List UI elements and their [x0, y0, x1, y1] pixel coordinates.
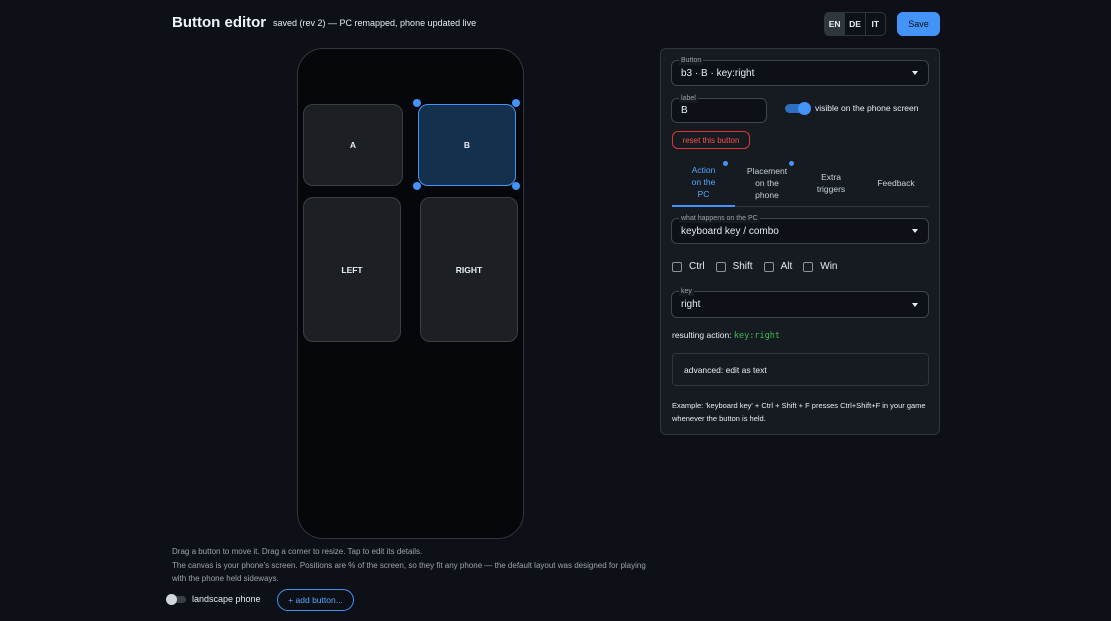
resulting-action-code: key:right: [733, 331, 780, 341]
key-select[interactable]: key right: [671, 287, 929, 318]
visible-switch[interactable]: [785, 101, 811, 115]
tab-feedback[interactable]: Feedback: [865, 159, 927, 206]
resize-handle-top-right[interactable]: [512, 99, 520, 107]
advanced-edit-toggle[interactable]: advanced: edit as text: [672, 353, 929, 386]
canvas-help: Drag a button to move it. Drag a corner …: [172, 545, 652, 586]
example-text: Example: 'keyboard key' + Ctrl + Shift +…: [672, 401, 926, 423]
page-title: Button editor: [172, 14, 267, 31]
tab-extra-triggers[interactable]: Extra triggers: [801, 159, 861, 206]
language-de-button[interactable]: DE: [845, 13, 866, 35]
tab-action-on-pc[interactable]: Action on the PC: [672, 159, 735, 207]
button-select[interactable]: Button b3 · B · key:right: [671, 56, 929, 86]
shift-checkbox[interactable]: Shift: [715, 261, 753, 272]
dropdown-arrow-icon: [912, 302, 918, 307]
help-line-1: Drag a button to move it. Drag a corner …: [172, 547, 423, 556]
action-type-value: keyboard key / combo: [681, 225, 779, 237]
phone-canvas[interactable]: A B LEFT RIGHT: [297, 48, 524, 539]
language-switcher: EN DE IT: [824, 12, 886, 36]
phone-button-right[interactable]: RIGHT: [420, 197, 518, 342]
resulting-action: resulting action: key:right: [672, 330, 780, 341]
button-select-value: b3 · B · key:right: [681, 67, 755, 79]
switch-knob: [798, 101, 811, 115]
button-details-panel: Button b3 · B · key:right label B visibl…: [660, 48, 940, 435]
ctrl-checkbox[interactable]: Ctrl: [672, 261, 705, 272]
landscape-switch[interactable]: [166, 593, 186, 605]
dropdown-arrow-icon: [912, 229, 918, 233]
checkbox-box[interactable]: [715, 261, 726, 272]
save-status: saved (rev 2) — PC remapped, phone updat…: [273, 18, 477, 28]
landscape-label: landscape phone: [192, 594, 261, 604]
win-checkbox[interactable]: Win: [803, 261, 837, 272]
phone-button-left[interactable]: LEFT: [303, 197, 401, 342]
label-field-value: B: [681, 105, 688, 116]
checkbox-box[interactable]: [672, 261, 682, 272]
modifier-checkboxes: Ctrl Shift Alt Win: [672, 261, 848, 272]
resize-handle-bottom-right[interactable]: [512, 182, 520, 190]
resize-handle-bottom-left[interactable]: [413, 182, 421, 190]
tab-changed-dot: [789, 161, 794, 166]
language-en-button[interactable]: EN: [825, 13, 846, 35]
help-line-2: The canvas is your phone's screen. Posit…: [172, 560, 646, 584]
add-button-button[interactable]: + add button...: [277, 589, 354, 611]
visible-toggle[interactable]: visible on the phone screen: [785, 101, 919, 115]
tab-placement[interactable]: Placement on the phone: [739, 159, 795, 206]
phone-button-b[interactable]: B: [418, 104, 516, 186]
label-field[interactable]: label B: [671, 94, 767, 123]
alt-checkbox[interactable]: Alt: [763, 261, 792, 272]
visible-toggle-label: visible on the phone screen: [815, 103, 919, 113]
checkbox-box[interactable]: [803, 261, 814, 272]
landscape-toggle[interactable]: landscape phone: [166, 593, 261, 605]
checkbox-box[interactable]: [763, 261, 774, 272]
tab-changed-dot: [723, 161, 728, 166]
details-tabs: Action on the PC Placement on the phone …: [672, 159, 929, 207]
key-select-value: right: [681, 299, 701, 310]
switch-knob: [166, 593, 177, 605]
resize-handle-top-left[interactable]: [413, 99, 421, 107]
resulting-action-label: resulting action:: [672, 330, 732, 340]
save-button[interactable]: Save: [897, 12, 940, 36]
phone-button-a[interactable]: A: [303, 104, 403, 186]
reset-button[interactable]: reset this button: [672, 131, 750, 149]
dropdown-arrow-icon: [912, 71, 918, 75]
language-it-button[interactable]: IT: [866, 13, 885, 35]
action-type-select[interactable]: what happens on the PC keyboard key / co…: [671, 214, 929, 244]
